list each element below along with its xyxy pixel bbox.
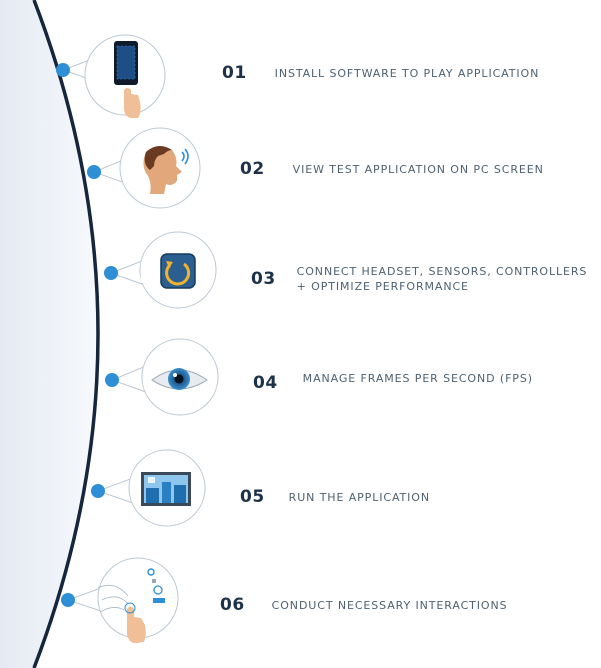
step-2-number: 02 [240,159,265,179]
step-2-bubble [87,127,201,209]
step-2-dot [87,165,101,179]
step-6: 06 CONDUCT NECESSARY INTERACTIONS [220,595,508,615]
step-6-bubble [61,557,179,644]
step-6-dot [61,593,75,607]
step-4-text: MANAGE FRAMES PER SECOND (FPS) [302,372,533,385]
step-1-bubble [56,34,166,118]
step-3-bubble [104,231,217,309]
shaded-region [0,0,98,668]
diagram-canvas [0,0,219,668]
step-5: 05 RUN THE APPLICATION [240,487,430,507]
step-3-number: 03 [251,269,276,289]
step-5-number: 05 [240,487,265,507]
step-4-dot [105,373,119,387]
step-3-dot [104,266,118,280]
desktop-monitor-icon [141,472,191,506]
process-diagram: 01 INSTALL SOFTWARE TO PLAY APPLICATION … [0,0,601,668]
step-2-text: VIEW TEST APPLICATION ON PC SCREEN [292,162,544,176]
step-3-text-block: CONNECT HEADSET, SENSORS, CONTROLLERS + … [297,264,588,294]
step-4-bubble [105,338,219,416]
step-5-text: RUN THE APPLICATION [288,490,430,504]
step-1-dot [56,63,70,77]
step-6-number: 06 [220,595,245,615]
step-4-number: 04 [253,373,278,393]
step-1-text: INSTALL SOFTWARE TO PLAY APPLICATION [274,66,540,80]
refresh-app-icon [160,253,196,289]
step-3-text: CONNECT HEADSET, SENSORS, CONTROLLERS [296,265,588,278]
step-1-number: 01 [222,63,247,83]
step-5-bubble [91,449,206,527]
step-1: 01 INSTALL SOFTWARE TO PLAY APPLICATION [222,63,539,83]
step-5-dot [91,484,105,498]
step-6-text: CONDUCT NECESSARY INTERACTIONS [271,598,508,612]
step-4: 04 MANAGE FRAMES PER SECOND (FPS) [253,372,533,393]
step-3-text-line2: + OPTIMIZE PERFORMANCE [296,280,469,293]
step-2: 02 VIEW TEST APPLICATION ON PC SCREEN [240,159,544,179]
step-3: 03 CONNECT HEADSET, SENSORS, CONTROLLERS… [251,264,587,294]
